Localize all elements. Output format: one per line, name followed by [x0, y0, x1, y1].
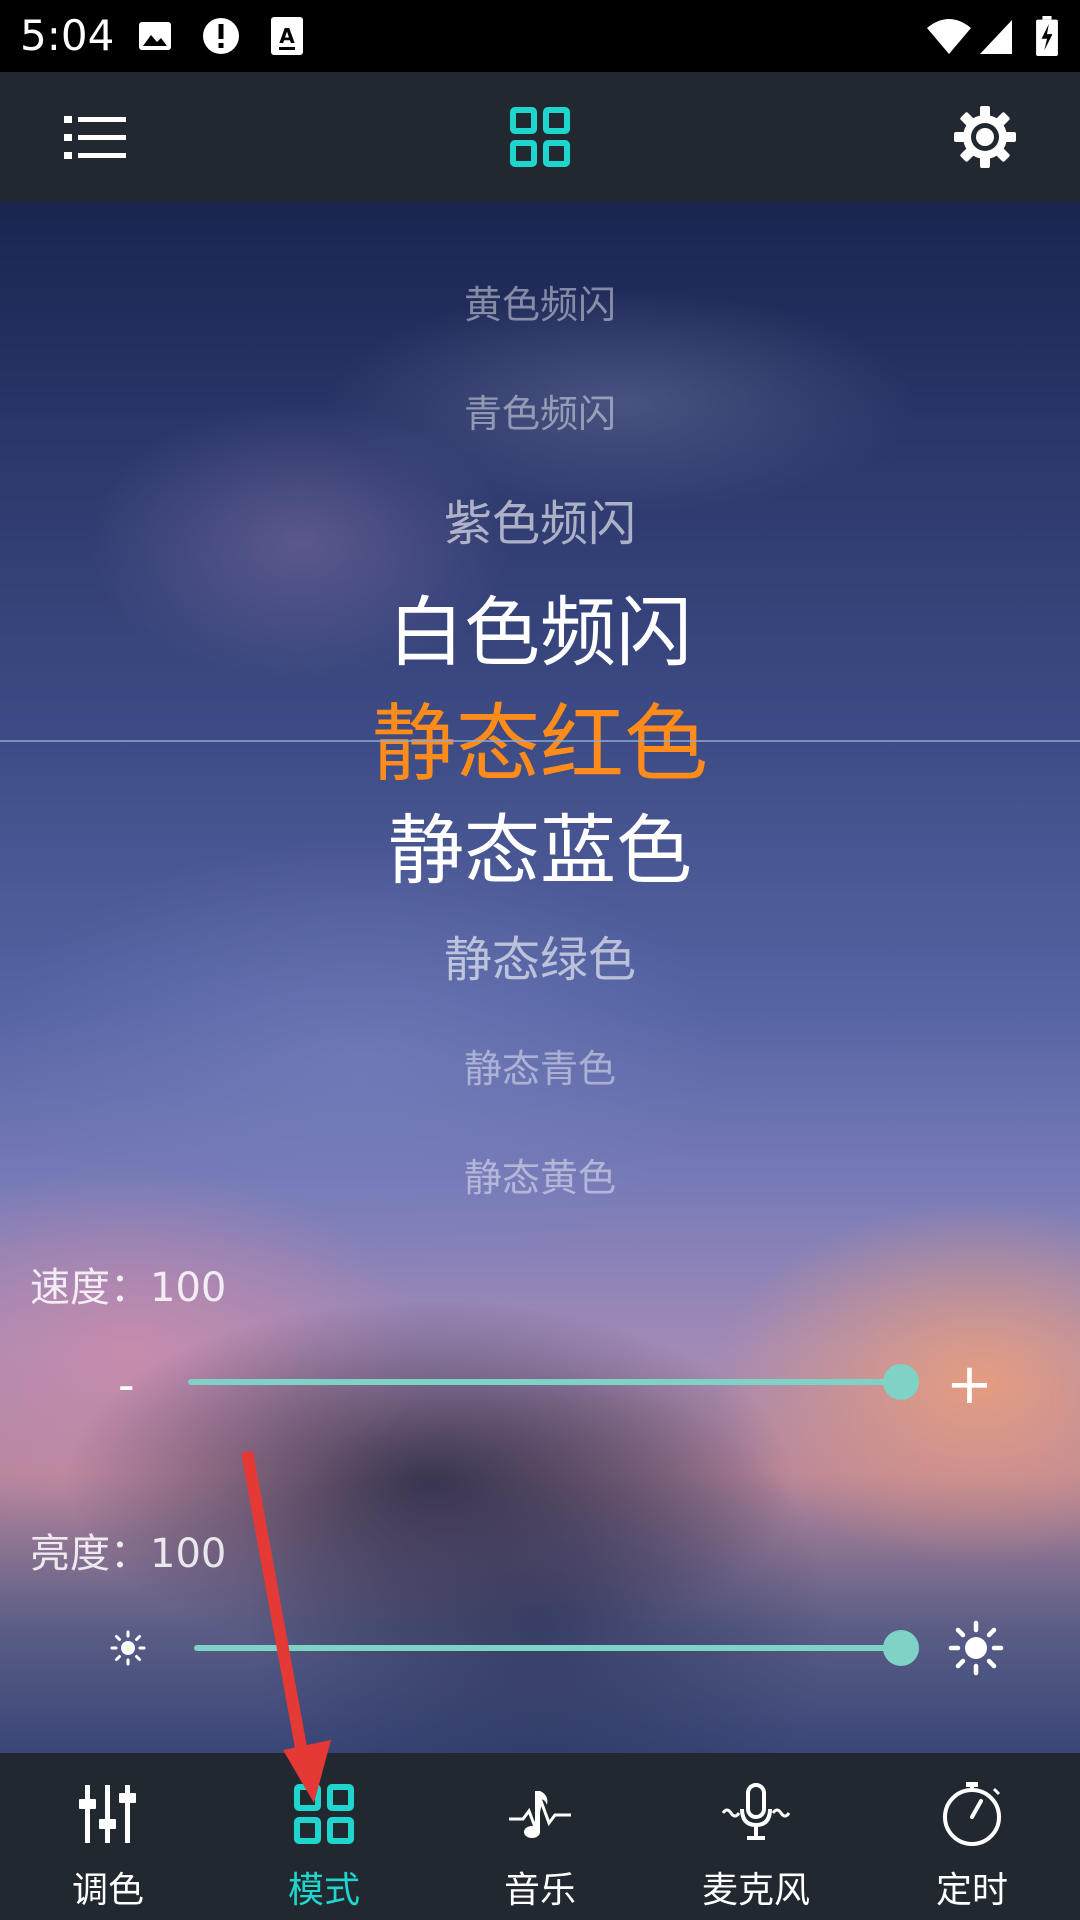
nav-item-microphone[interactable]: 麦克风 [648, 1753, 864, 1920]
picker-item[interactable]: 静态黄色 [0, 1153, 1080, 1203]
timer-icon [943, 1782, 1001, 1846]
nav-item-music[interactable]: 音乐 [432, 1753, 648, 1920]
bottom-nav: 调色 模式 音乐 麦克风 定时 [0, 1753, 1080, 1920]
brightness-slider-thumb[interactable] [883, 1630, 919, 1666]
list-menu-icon[interactable] [60, 102, 130, 172]
signal-icon [980, 20, 1012, 54]
picker-item[interactable]: 紫色频闪 [0, 494, 1080, 554]
nav-label: 音乐 [503, 1870, 576, 1911]
battery-charging-icon [1036, 16, 1058, 56]
status-time: 5:04 [20, 11, 115, 60]
image-icon [139, 22, 171, 50]
picker-item[interactable]: 静态绿色 [0, 930, 1080, 990]
sun-large-icon[interactable] [948, 1620, 1004, 1676]
picker-item[interactable]: 白色频闪 [0, 588, 1080, 678]
status-bar: 5:04 A [0, 0, 1080, 72]
alert-icon [203, 18, 239, 54]
gear-icon[interactable] [950, 102, 1020, 172]
brightness-label: 亮度：100 [30, 1531, 227, 1577]
picker-item[interactable]: 黄色频闪 [0, 280, 1080, 330]
wifi-icon [927, 19, 971, 54]
speed-decrease-button[interactable]: - [118, 1358, 135, 1412]
nav-label: 麦克风 [701, 1870, 810, 1911]
sliders-icon [79, 1785, 136, 1843]
nav-label: 调色 [71, 1870, 144, 1911]
nav-item-color[interactable]: 调色 [0, 1753, 216, 1920]
picker-item-selected[interactable]: 静态红色 [0, 695, 1080, 793]
nav-item-timer[interactable]: 定时 [864, 1753, 1080, 1920]
nav-label: 模式 [287, 1870, 360, 1911]
picker-selection-line [0, 740, 1080, 742]
speed-increase-button[interactable]: + [946, 1355, 993, 1415]
screen: 5:04 A 黄色频闪 青色频闪 紫色频闪 白色频闪 静态红色 静态蓝色 静态绿… [0, 0, 1080, 1920]
text-icon: A [271, 17, 303, 55]
microphone-icon [721, 1783, 791, 1840]
speed-slider-thumb[interactable] [883, 1364, 919, 1400]
speed-slider-track[interactable] [188, 1379, 901, 1385]
grid-mode-icon[interactable] [505, 102, 575, 172]
nav-label: 定时 [935, 1870, 1008, 1911]
nav-item-mode[interactable]: 模式 [216, 1753, 432, 1920]
grid-mode-icon [294, 1784, 354, 1844]
svg-text:A: A [279, 24, 295, 48]
sun-small-icon[interactable] [110, 1630, 146, 1666]
speed-label: 速度：100 [30, 1265, 227, 1311]
music-note-icon [509, 1791, 571, 1838]
brightness-slider-track[interactable] [194, 1645, 901, 1651]
picker-item[interactable]: 静态蓝色 [0, 806, 1080, 896]
picker-item[interactable]: 静态青色 [0, 1044, 1080, 1094]
app-bar [0, 72, 1080, 202]
picker-item[interactable]: 青色频闪 [0, 389, 1080, 439]
